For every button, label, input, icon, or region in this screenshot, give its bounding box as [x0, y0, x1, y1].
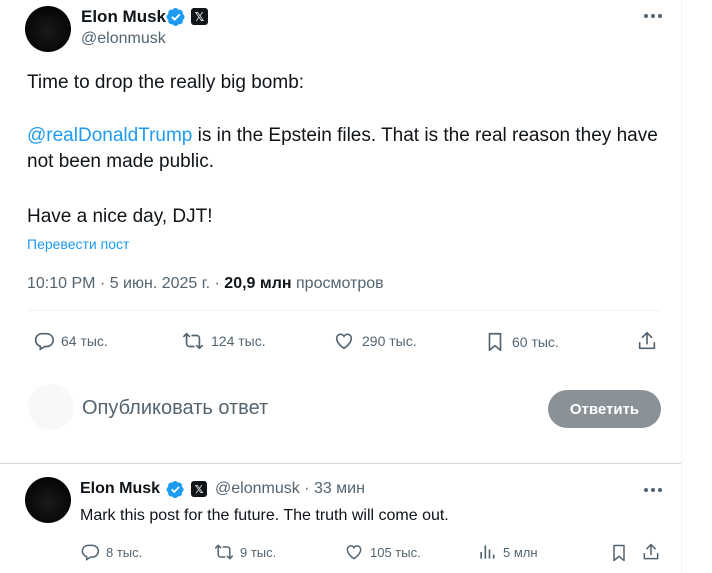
reply2-repost-count: 9 тыс. — [240, 544, 277, 560]
author-avatar[interactable] — [25, 6, 71, 52]
share-button[interactable] — [636, 330, 658, 352]
reply2-reply-button[interactable]: 8 тыс. — [80, 542, 142, 562]
share-icon — [643, 543, 659, 560]
repost-icon — [183, 332, 203, 350]
tweet-metadata: 10:10 PM · 5 июн. 2025 г. · 20,9 млн про… — [27, 275, 384, 292]
tweet-time[interactable]: 10:10 PM — [27, 275, 95, 292]
bookmark-count: 60 тыс. — [512, 334, 559, 350]
tweet-paragraph-3: Have a nice day, DJT! — [27, 206, 213, 227]
x-logo-icon: 𝕏 — [191, 8, 208, 25]
verified-badge-icon — [166, 480, 184, 499]
share-icon — [638, 331, 656, 350]
reply2-repost-button[interactable]: 9 тыс. — [214, 542, 276, 562]
reply2-views-count: 5 млн — [503, 544, 538, 560]
reply-time-ago[interactable]: 33 мин — [314, 480, 365, 497]
bookmark-icon — [488, 332, 502, 352]
reply-icon — [34, 332, 54, 351]
views-label: просмотров — [296, 275, 384, 292]
separator — [27, 310, 661, 311]
bookmark-button[interactable]: 60 тыс. — [484, 330, 559, 354]
reply-author-meta: @elonmusk · 33 мин — [215, 480, 365, 497]
translate-link[interactable]: Перевести пост — [27, 236, 129, 252]
reply-more-icon[interactable] — [644, 488, 662, 492]
author-name[interactable]: Elon Musk — [81, 7, 166, 27]
views-icon — [480, 545, 495, 559]
composer-avatar — [28, 384, 74, 430]
reply2-like-count: 105 тыс. — [370, 544, 421, 560]
repost-count: 124 тыс. — [211, 333, 266, 349]
x-logo-icon: 𝕏 — [191, 481, 207, 497]
reply-input[interactable]: Опубликовать ответ — [82, 397, 268, 420]
reply-icon — [81, 544, 100, 561]
reply-count: 64 тыс. — [61, 333, 108, 349]
column-border — [681, 0, 682, 573]
mention-link[interactable]: @realDonaldTrump — [27, 125, 192, 146]
more-icon[interactable] — [644, 14, 662, 18]
reply-tweet-text: Mark this post for the future. The truth… — [80, 507, 449, 524]
thread-divider — [0, 463, 681, 464]
repost-button[interactable]: 124 тыс. — [181, 330, 266, 352]
reply2-views-button[interactable]: 5 млн — [477, 542, 538, 562]
reply2-bookmark-button[interactable] — [609, 542, 629, 564]
reply2-reply-count: 8 тыс. — [106, 544, 143, 560]
reply-author-avatar[interactable] — [25, 477, 71, 523]
like-icon — [346, 545, 362, 560]
reply-submit-button[interactable]: Ответить — [548, 390, 661, 428]
tweet-paragraph-2: @realDonaldTrump is in the Epstein files… — [27, 123, 667, 175]
author-handle[interactable]: @elonmusk — [81, 30, 166, 48]
bookmark-icon — [613, 544, 625, 562]
repost-icon — [214, 544, 234, 560]
tweet-paragraph-1: Time to drop the really big bomb: — [27, 72, 305, 93]
reply-author-handle[interactable]: @elonmusk — [215, 480, 300, 497]
like-button[interactable]: 290 тыс. — [332, 330, 417, 352]
tweet-date[interactable]: 5 июн. 2025 г. — [110, 275, 210, 292]
views-count: 20,9 млн — [224, 275, 292, 292]
reply2-share-button[interactable] — [641, 542, 661, 562]
like-count: 290 тыс. — [362, 333, 417, 349]
reply-button[interactable]: 64 тыс. — [33, 330, 108, 352]
like-icon — [335, 333, 353, 350]
verified-badge-icon — [166, 8, 185, 26]
reply-author-name[interactable]: Elon Musk — [80, 480, 160, 498]
reply2-like-button[interactable]: 105 тыс. — [344, 542, 421, 562]
